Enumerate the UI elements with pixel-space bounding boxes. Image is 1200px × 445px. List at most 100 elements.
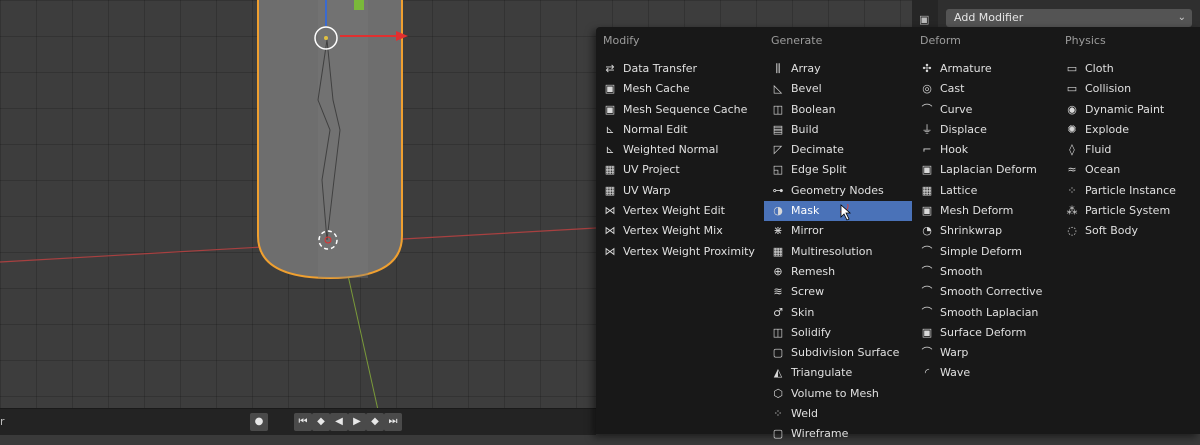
menu-item-warp[interactable]: ⌒ Warp [913, 343, 1058, 363]
menu-item-mesh-cache[interactable]: ▣ Mesh Cache [596, 79, 764, 99]
menu-item-label: Particle System [1085, 204, 1171, 218]
menu-item-geometry-nodes[interactable]: ⊶ Geometry Nodes [764, 181, 912, 201]
menu-item-mesh-sequence-cache[interactable]: ▣ Mesh Sequence Cache [596, 100, 764, 120]
menu-item-vertex-weight-mix[interactable]: ⋈ Vertex Weight Mix [596, 221, 764, 241]
menu-item-multiresolution[interactable]: ▦ Multiresolution [764, 242, 912, 262]
wireframe-icon: ▢ [772, 427, 784, 441]
jump-start-button[interactable]: ⏮ [294, 413, 312, 431]
menu-item-armature[interactable]: ✣ Armature [913, 59, 1058, 79]
menu-item-triangulate[interactable]: ◭ Triangulate [764, 363, 912, 383]
menu-item-explode[interactable]: ✺ Explode [1058, 120, 1200, 140]
menu-item-particle-instance[interactable]: ⁘ Particle Instance [1058, 181, 1200, 201]
triangulate-icon: ◭ [773, 366, 783, 380]
play-button[interactable]: ▶ [348, 413, 366, 431]
smooth-icon: ⌒ [921, 264, 933, 278]
menu-item-label: Soft Body [1085, 224, 1138, 238]
menu-column-generate: ⫼ Array ◺ Bevel ◫ Boolean ▤ Build ◸ Decimate ◱ Edge… [764, 59, 912, 445]
menu-item-label: Decimate [791, 143, 844, 157]
menu-column-title-generate: Generate [771, 34, 823, 47]
menu-item-label: Smooth Laplacian [940, 305, 1039, 319]
menu-item-collision[interactable]: ▭ Collision [1058, 79, 1200, 99]
menu-item-smooth-corrective[interactable]: ⌒ Smooth Corrective [913, 282, 1058, 302]
menu-item-solidify[interactable]: ◫ Solidify [764, 323, 912, 343]
menu-item-displace[interactable]: ⏚ Displace [913, 120, 1058, 140]
add-modifier-dropdown[interactable]: Add Modifier ⌄ [946, 9, 1192, 27]
menu-item-uv-project[interactable]: ▦ UV Project [596, 160, 764, 180]
curve-icon: ⌒ [921, 102, 933, 116]
menu-item-lattice[interactable]: ▦ Lattice [913, 181, 1058, 201]
menu-item-label: Smooth Corrective [940, 285, 1043, 299]
hook-icon: ⌐ [922, 143, 932, 157]
menu-item-data-transfer[interactable]: ⇄ Data Transfer [596, 59, 764, 79]
menu-item-wireframe[interactable]: ▢ Wireframe [764, 424, 912, 444]
menu-item-label: Particle Instance [1085, 183, 1176, 197]
prev-keyframe-button[interactable]: ◆ [312, 413, 330, 431]
collision-icon: ▭ [1066, 82, 1078, 96]
menu-item-surface-deform[interactable]: ▣ Surface Deform [913, 323, 1058, 343]
menu-item-label: Geometry Nodes [791, 183, 884, 197]
menu-item-particle-system[interactable]: ⁂ Particle System [1058, 201, 1200, 221]
menu-item-remesh[interactable]: ⊕ Remesh [764, 262, 912, 282]
menu-item-vertex-weight-proximity[interactable]: ⋈ Vertex Weight Proximity [596, 242, 764, 262]
menu-item-normal-edit[interactable]: ⊾ Normal Edit [596, 120, 764, 140]
menu-item-label: Cast [940, 82, 965, 96]
jump-end-button[interactable]: ⏭ [384, 413, 402, 431]
menu-item-cast[interactable]: ◎ Cast [913, 79, 1058, 99]
next-keyframe-button[interactable]: ◆ [366, 413, 384, 431]
add-modifier-menu: Modify ⇄ Data Transfer ▣ Mesh Cache ▣ Mesh Seq… [596, 27, 1200, 440]
menu-item-label: Mask [791, 204, 820, 218]
menu-item-skin[interactable]: ♂ Skin [764, 303, 912, 323]
menu-item-curve[interactable]: ⌒ Curve [913, 100, 1058, 120]
menu-item-shrinkwrap[interactable]: ◔ Shrinkwrap [913, 221, 1058, 241]
menu-item-subdivision-surface[interactable]: ▢ Subdivision Surface [764, 343, 912, 363]
menu-item-fluid[interactable]: ◊ Fluid [1058, 140, 1200, 160]
menu-item-weighted-normal[interactable]: ⊾ Weighted Normal [596, 140, 764, 160]
lattice-icon: ▦ [921, 183, 933, 197]
menu-item-label: Hook [940, 143, 969, 157]
menu-item-smooth[interactable]: ⌒ Smooth [913, 262, 1058, 282]
menu-item-simple-deform[interactable]: ⌒ Simple Deform [913, 242, 1058, 262]
menu-item-volume-to-mesh[interactable]: ⬡ Volume to Mesh [764, 384, 912, 404]
menu-item-wave[interactable]: ◜ Wave [913, 363, 1058, 383]
simple-deform-icon: ⌒ [921, 244, 933, 258]
menu-item-weld[interactable]: ⁘ Weld [764, 404, 912, 424]
edge-split-icon: ◱ [772, 163, 784, 177]
mirror-icon: ⋇ [773, 224, 783, 238]
menu-item-hook[interactable]: ⌐ Hook [913, 140, 1058, 160]
menu-item-edge-split[interactable]: ◱ Edge Split [764, 160, 912, 180]
menu-item-label: Surface Deform [940, 325, 1027, 339]
uv-warp-icon: ▦ [604, 183, 616, 197]
record-button[interactable]: ● [250, 413, 268, 431]
menu-item-boolean[interactable]: ◫ Boolean [764, 100, 912, 120]
menu-item-label: Fluid [1085, 143, 1112, 157]
modifier-tab-icon[interactable]: ▣ [919, 13, 933, 26]
menu-item-uv-warp[interactable]: ▦ UV Warp [596, 181, 764, 201]
menu-item-build[interactable]: ▤ Build [764, 120, 912, 140]
menu-item-vertex-weight-edit[interactable]: ⋈ Vertex Weight Edit [596, 201, 764, 221]
menu-item-mask[interactable]: ◑ Mask [764, 201, 912, 222]
menu-item-label: Armature [940, 62, 992, 75]
menu-item-soft-body[interactable]: ◌ Soft Body [1058, 221, 1200, 241]
play-reverse-button[interactable]: ◀ [330, 413, 348, 431]
explode-icon: ✺ [1067, 122, 1077, 136]
menu-item-label: Ocean [1085, 163, 1121, 177]
menu-item-label: Solidify [791, 325, 832, 339]
menu-item-array[interactable]: ⫼ Array [764, 59, 912, 79]
menu-item-smooth-laplacian[interactable]: ⌒ Smooth Laplacian [913, 303, 1058, 323]
soft-body-icon: ◌ [1067, 224, 1077, 238]
displace-icon: ⏚ [921, 122, 933, 136]
menu-item-dynamic-paint[interactable]: ◉ Dynamic Paint [1058, 100, 1200, 120]
menu-item-label: Warp [940, 346, 969, 360]
menu-item-decimate[interactable]: ◸ Decimate [764, 140, 912, 160]
menu-item-bevel[interactable]: ◺ Bevel [764, 79, 912, 99]
menu-item-mirror[interactable]: ⋇ Mirror [764, 221, 912, 241]
menu-item-cloth[interactable]: ▭ Cloth [1058, 59, 1200, 79]
menu-column-title-physics: Physics [1065, 34, 1106, 47]
menu-item-label: Explode [1085, 122, 1129, 136]
menu-item-mesh-deform[interactable]: ▣ Mesh Deform [913, 201, 1058, 221]
menu-item-screw[interactable]: ≋ Screw [764, 282, 912, 302]
menu-item-ocean[interactable]: ≈ Ocean [1058, 160, 1200, 180]
subdivision-surface-icon: ▢ [772, 346, 784, 360]
menu-item-label: Cloth [1085, 62, 1114, 75]
menu-item-laplacian-deform[interactable]: ▣ Laplacian Deform [913, 160, 1058, 180]
